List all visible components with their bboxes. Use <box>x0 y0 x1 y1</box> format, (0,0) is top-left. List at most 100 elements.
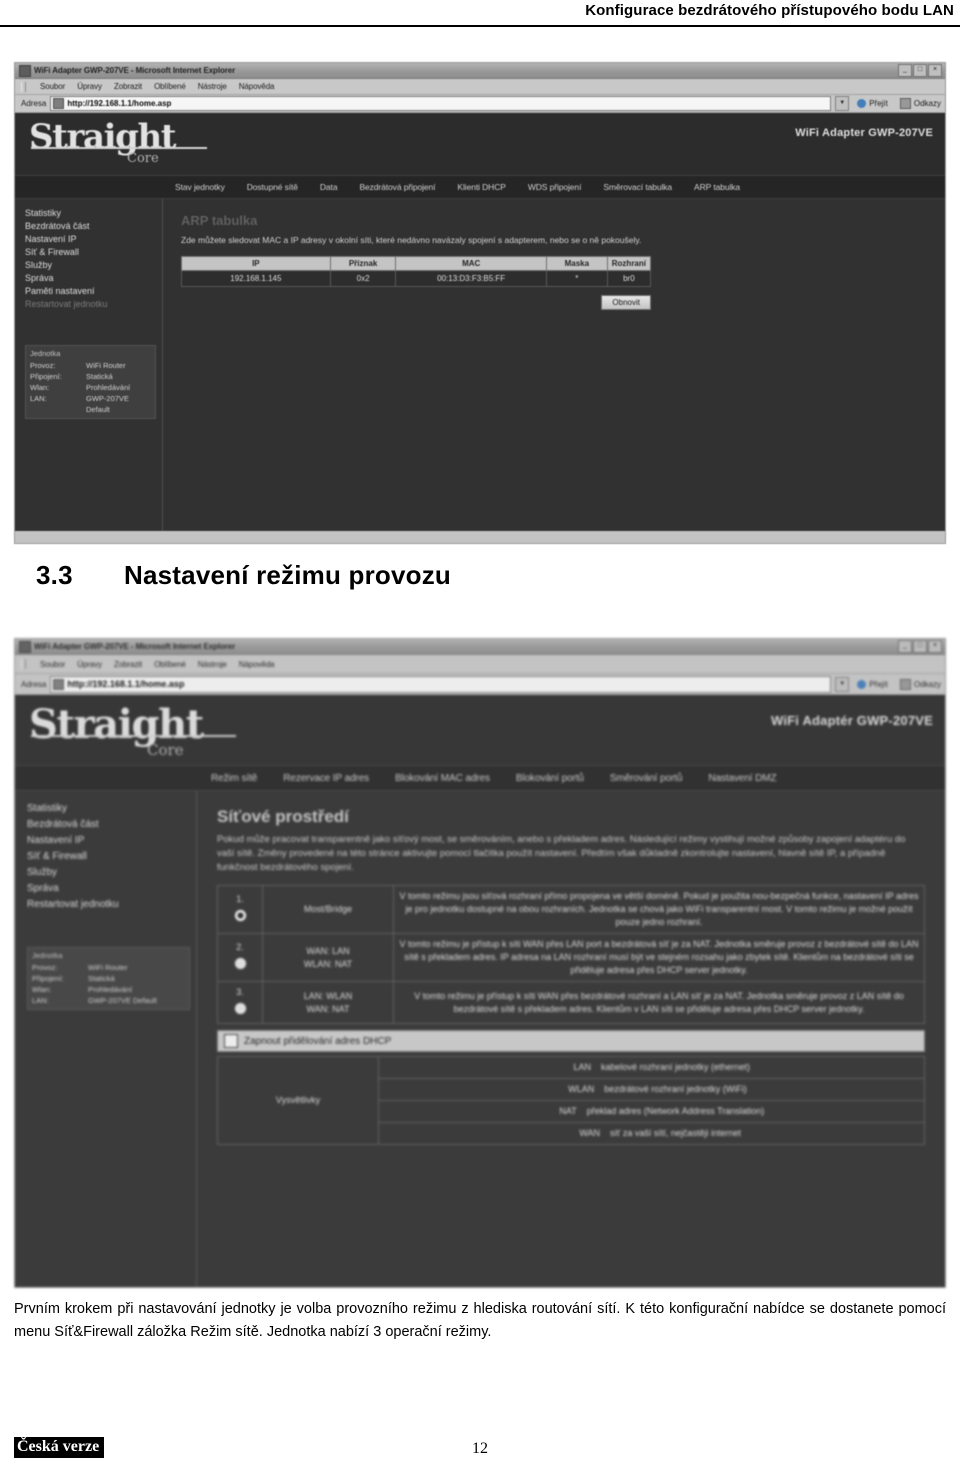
tab-rezervace-ip-adres[interactable]: Rezervace IP adres <box>283 773 369 784</box>
sidebar-item-restartovat-jednotku[interactable]: Restartovat jednotku <box>25 298 162 311</box>
tab-smerovani-portu[interactable]: Směrování portů <box>610 773 683 784</box>
tab-klienti-dhcp[interactable]: Klienti DHCP <box>457 182 506 192</box>
tab-blokovani-portu[interactable]: Blokování portů <box>516 773 584 784</box>
sidebar-item-sluzby[interactable]: Služby <box>27 865 196 881</box>
tab-stav-jednotky[interactable]: Stav jednotky <box>175 182 225 192</box>
menu-item-upravy[interactable]: Úpravy <box>77 660 102 669</box>
tab-blokovani-mac-adres[interactable]: Blokování MAC adres <box>395 773 490 784</box>
tab-dostupne-site[interactable]: Dostupné sítě <box>247 182 298 192</box>
menu-item-napoveda[interactable]: Nápověda <box>239 660 275 669</box>
menu-item-soubor[interactable]: Soubor <box>40 660 65 669</box>
menu-bar-2[interactable]: Soubor Úpravy Zobrazit Oblíbené Nástroje… <box>15 655 945 674</box>
window-title-2: WiFi Adapter GWP-207VE - Microsoft Inter… <box>34 642 236 651</box>
links-button[interactable]: Odkazy <box>896 98 945 109</box>
sidebar-item-sprava[interactable]: Správa <box>27 881 196 897</box>
address-input[interactable]: http://192.168.1.1/home.asp <box>50 675 832 693</box>
status-value: Statická <box>88 974 115 983</box>
status-value: Prohledávání <box>86 383 131 392</box>
legend-key: NAT <box>559 1106 577 1116</box>
running-head: Konfigurace bezdrátového přístupového bo… <box>0 0 960 30</box>
sidebar-item-bezdratova-cast[interactable]: Bezdrátová část <box>25 220 162 233</box>
status-value: WiFi Router <box>86 361 126 370</box>
menu-item-nastroje[interactable]: Nástroje <box>198 82 227 91</box>
sidebar-item-statistiky[interactable]: Statistiky <box>27 801 196 817</box>
dhcp-checkbox[interactable] <box>224 1034 238 1048</box>
sidebar-item-sluzby[interactable]: Služby <box>25 259 162 272</box>
nav-bar-2[interactable]: Režim sítě Rezervace IP adres Blokování … <box>15 765 945 791</box>
links-button[interactable]: Odkazy <box>896 678 945 690</box>
sidebar-item-sprava[interactable]: Správa <box>25 272 162 285</box>
go-button[interactable]: Přejít <box>853 99 892 108</box>
mode-row[interactable]: 3. LAN: WLAN WAN: NAT V tomto režimu je … <box>217 981 925 1024</box>
address-label: Adresa <box>21 679 47 689</box>
tab-bezdratova-pripojeni[interactable]: Bezdrátová připojení <box>359 182 435 192</box>
mode-radio-3[interactable] <box>233 1002 247 1015</box>
menu-item-zobrazit[interactable]: Zobrazit <box>114 660 142 669</box>
sidebar-item-sit-firewall[interactable]: Síť & Firewall <box>25 246 162 259</box>
menu-grip[interactable] <box>21 81 26 92</box>
sidebar-item-nastaveni-ip[interactable]: Nastavení IP <box>25 233 162 246</box>
tab-nastaveni-dmz[interactable]: Nastavení DMZ <box>708 773 776 784</box>
status-value: Prohledávání <box>88 985 133 994</box>
refresh-button[interactable]: Obnovit <box>601 295 651 310</box>
nav-bar-1[interactable]: Stav jednotky Dostupné sítě Data Bezdrát… <box>15 175 945 199</box>
address-label: Adresa <box>21 99 47 108</box>
sidebar-item-restartovat-jednotku[interactable]: Restartovat jednotku <box>27 897 196 913</box>
sidebar-item-pameti-nastaveni[interactable]: Paměti nastavení <box>25 285 162 298</box>
menu-item-zobrazit[interactable]: Zobrazit <box>114 82 142 91</box>
mode-description-2: V tomto režimu je přístup k síti WAN pře… <box>393 933 925 982</box>
status-value: WiFi Router <box>88 963 128 972</box>
address-input[interactable]: http://192.168.1.1/home.asp <box>50 96 832 111</box>
router-page-1: Straight Core WiFi Adapter GWP-207VE Sta… <box>15 113 945 531</box>
mode-row[interactable]: 2. WAN: LAN WLAN: NAT V tomto režimu je … <box>217 933 925 982</box>
tab-arp-tabulka[interactable]: ARP tabulka <box>694 182 740 192</box>
menu-grip[interactable] <box>21 659 26 669</box>
window-controls-1[interactable]: _ □ × <box>898 64 943 77</box>
status-key: LAN: <box>32 996 49 1005</box>
col-maska: Maska <box>545 256 608 271</box>
window-controls-2[interactable]: _ □ × <box>898 640 943 653</box>
sidebar-item-bezdratova-cast[interactable]: Bezdrátová část <box>27 817 196 833</box>
maximize-icon[interactable]: □ <box>913 64 927 77</box>
mode-radio-2[interactable] <box>233 957 247 970</box>
mode-radio-1[interactable] <box>233 909 247 922</box>
menu-item-oblibene[interactable]: Oblíbené <box>154 660 186 669</box>
status-row: Připojení: Statická <box>32 973 185 984</box>
status-key: Provoz: <box>32 963 58 972</box>
content-heading-1: ARP tabulka <box>181 213 258 228</box>
sidebar-1[interactable]: Statistiky Bezdrátová část Nastavení IP … <box>15 199 163 531</box>
tab-rezim-site[interactable]: Režim sítě <box>211 773 257 784</box>
dhcp-checkbox-row[interactable]: Zapnout přidělování adres DHCP <box>217 1030 925 1052</box>
maximize-icon[interactable]: □ <box>913 640 927 653</box>
sidebar-item-statistiky[interactable]: Statistiky <box>25 207 162 220</box>
close-icon[interactable]: × <box>928 640 942 653</box>
address-bar-1[interactable]: Adresa http://192.168.1.1/home.asp ▼ Pře… <box>15 95 945 113</box>
tab-smerovaci-tabulka[interactable]: Směrovací tabulka <box>603 182 672 192</box>
menu-item-soubor[interactable]: Soubor <box>40 82 65 91</box>
menu-bar-1[interactable]: Soubor Úpravy Zobrazit Oblíbené Nástroje… <box>15 79 945 95</box>
content-description-2: Pokud může pracovat transparentně jako s… <box>217 834 906 873</box>
menu-item-nastroje[interactable]: Nástroje <box>198 660 227 669</box>
minimize-icon[interactable]: _ <box>898 640 912 653</box>
menu-item-oblibene[interactable]: Oblíbené <box>154 82 186 91</box>
address-bar-2[interactable]: Adresa http://192.168.1.1/home.asp ▼ Pře… <box>15 674 945 695</box>
legend-entry: WLAN bezdrátové rozhraní jednotky (WiFi) <box>378 1078 925 1101</box>
tab-wds-pripojeni[interactable]: WDS připojení <box>528 182 582 192</box>
minimize-icon[interactable]: _ <box>898 64 912 77</box>
menu-item-napoveda[interactable]: Nápověda <box>239 82 275 91</box>
close-icon[interactable]: × <box>928 64 942 77</box>
title-bar-2: WiFi Adapter GWP-207VE - Microsoft Inter… <box>15 639 945 655</box>
status-row: Provoz: WiFi Router <box>32 962 185 973</box>
sidebar-2[interactable]: Statistiky Bezdrátová část Nastavení IP … <box>15 791 197 1287</box>
mode-row[interactable]: 1. Most/Bridge V tomto režimu jsou síťov… <box>217 885 925 934</box>
brand-row-1: Straight Core WiFi Adapter GWP-207VE <box>15 113 945 175</box>
tab-data[interactable]: Data <box>320 182 338 192</box>
mode-number: 1. <box>236 894 244 904</box>
chevron-down-icon[interactable]: ▼ <box>835 676 850 692</box>
sidebar-item-sit-firewall[interactable]: Síť & Firewall <box>27 849 196 865</box>
menu-item-upravy[interactable]: Úpravy <box>77 82 102 91</box>
go-button[interactable]: Přejít <box>853 679 892 689</box>
chevron-down-icon[interactable]: ▼ <box>835 96 850 111</box>
sidebar-item-nastaveni-ip[interactable]: Nastavení IP <box>27 833 196 849</box>
go-label: Přejít <box>869 679 888 689</box>
